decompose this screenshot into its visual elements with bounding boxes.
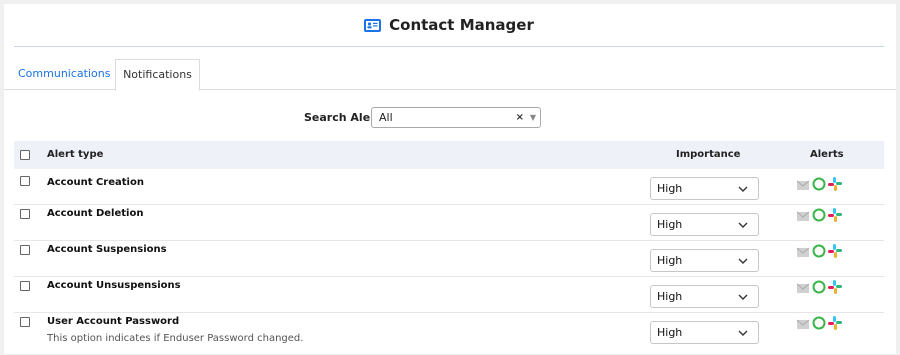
clear-icon[interactable]: × [516, 108, 524, 127]
tab-communications[interactable]: Communications [8, 59, 120, 90]
table-row: User Account Password This option indica… [14, 313, 884, 355]
search-alert-row: Search Alert : All × ▼ [4, 107, 896, 129]
sms-icon[interactable] [812, 243, 826, 262]
slack-icon[interactable] [828, 243, 842, 262]
alert-channels [796, 315, 842, 334]
column-alerts: Alerts [810, 149, 844, 160]
importance-select[interactable]: High [650, 249, 759, 272]
slack-icon[interactable] [828, 207, 842, 226]
sms-icon[interactable] [812, 176, 826, 195]
alert-channels [796, 243, 842, 262]
chevron-down-icon [738, 178, 748, 208]
row-checkbox[interactable] [20, 245, 30, 255]
contact-card-icon [364, 18, 382, 32]
alerts-table: Alert type Importance Alerts Account Cre… [14, 141, 884, 355]
alert-channels [796, 207, 842, 226]
importance-select[interactable]: High [650, 213, 759, 236]
alert-type-title: Account Suspensions [47, 244, 167, 255]
email-icon[interactable] [796, 243, 810, 262]
chevron-down-icon [738, 286, 748, 316]
column-alert-type: Alert type [47, 149, 104, 160]
alert-channels [796, 176, 842, 195]
importance-select[interactable]: High [650, 285, 759, 308]
row-checkbox[interactable] [20, 209, 30, 219]
chevron-down-icon [738, 214, 748, 244]
email-icon[interactable] [796, 207, 810, 226]
alert-channels [796, 279, 842, 298]
chevron-down-icon [738, 322, 748, 352]
email-icon[interactable] [796, 176, 810, 195]
email-icon[interactable] [796, 279, 810, 298]
slack-icon[interactable] [828, 315, 842, 334]
sms-icon[interactable] [812, 315, 826, 334]
email-icon[interactable] [796, 315, 810, 334]
importance-value: High [657, 218, 683, 231]
sms-icon[interactable] [812, 207, 826, 226]
table-row: Account Suspensions High [14, 241, 884, 277]
table-row: Account Deletion High [14, 205, 884, 241]
column-importance: Importance [676, 149, 741, 160]
sms-icon[interactable] [812, 279, 826, 298]
alert-type-title: Account Deletion [47, 208, 144, 219]
row-checkbox[interactable] [20, 281, 30, 291]
importance-value: High [657, 182, 683, 195]
slack-icon[interactable] [828, 279, 842, 298]
table-row: Account Unsuspensions High [14, 277, 884, 313]
search-alert-select[interactable]: All × ▼ [371, 107, 541, 128]
importance-value: High [657, 326, 683, 339]
table-row: Account Creation High [14, 169, 884, 205]
page-title: Contact Manager [389, 16, 534, 34]
importance-select[interactable]: High [650, 177, 759, 200]
tab-notifications[interactable]: Notifications [115, 59, 200, 91]
tab-bar: Communications Notifications [4, 59, 896, 91]
slack-icon[interactable] [828, 176, 842, 195]
chevron-down-icon [738, 250, 748, 280]
alert-type-title: User Account Password [47, 316, 180, 327]
row-checkbox[interactable] [20, 317, 30, 327]
contact-manager-panel: Contact Manager Communications Notificat… [4, 4, 896, 354]
importance-select[interactable]: High [650, 321, 759, 344]
alert-type-description: This option indicates if Enduser Passwor… [47, 333, 304, 344]
importance-value: High [657, 254, 683, 267]
importance-value: High [657, 290, 683, 303]
table-header: Alert type Importance Alerts [14, 141, 884, 169]
alert-type-title: Account Creation [47, 177, 144, 188]
page-header: Contact Manager [14, 4, 884, 47]
caret-down-icon[interactable]: ▼ [530, 108, 536, 127]
select-all-checkbox[interactable] [20, 150, 30, 160]
row-checkbox[interactable] [20, 176, 30, 186]
alert-type-title: Account Unsuspensions [47, 280, 181, 291]
search-alert-value: All [379, 111, 393, 124]
